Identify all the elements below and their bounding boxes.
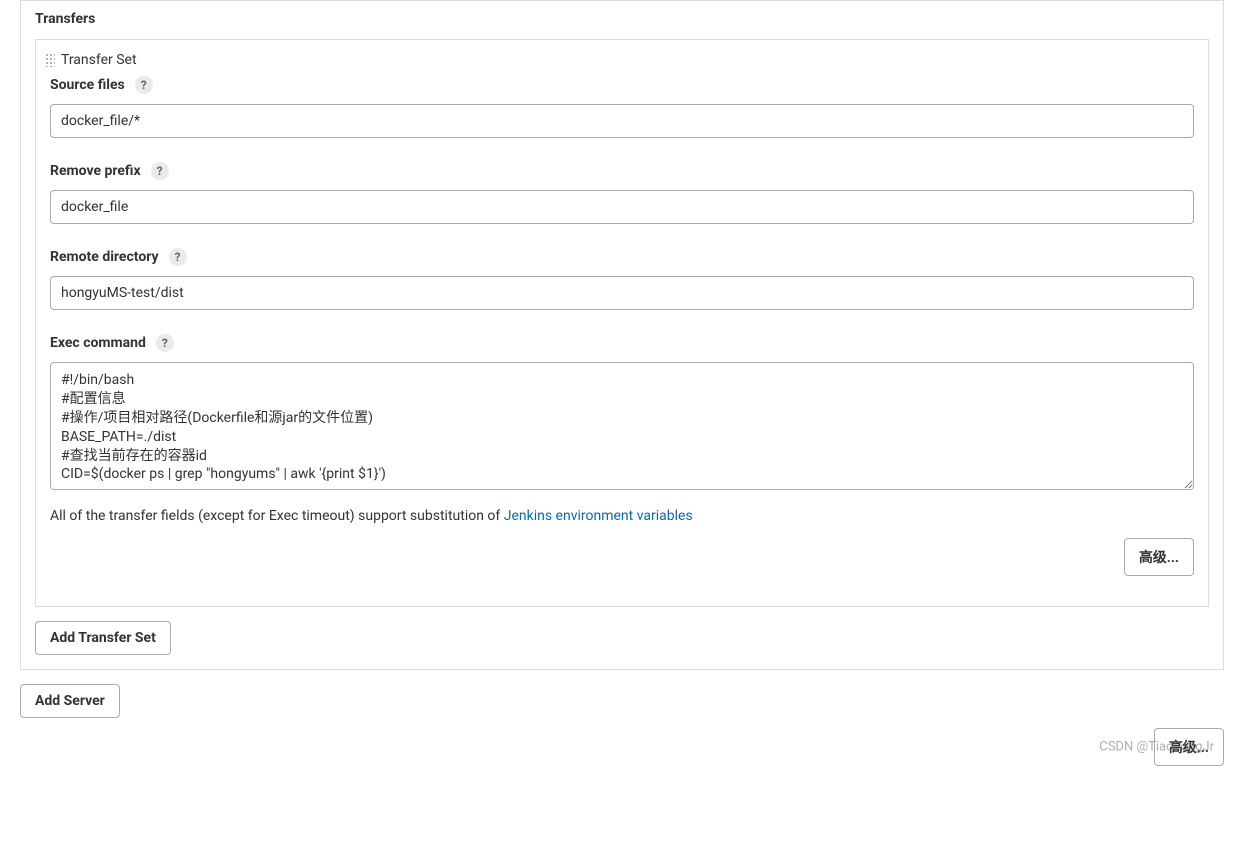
- exec-command-group: Exec command ?: [50, 334, 1194, 494]
- jenkins-env-vars-link[interactable]: Jenkins environment variables: [504, 508, 693, 524]
- bottom-advanced-button[interactable]: 高级...: [1154, 728, 1224, 766]
- help-icon[interactable]: ?: [156, 334, 174, 352]
- transfers-title: Transfers: [35, 11, 1209, 27]
- drag-handle-icon[interactable]: [45, 53, 55, 67]
- transfer-set-header: Transfer Set: [50, 52, 1194, 68]
- help-text: All of the transfer fields (except for E…: [50, 508, 1194, 524]
- remove-prefix-label: Remove prefix: [50, 163, 141, 179]
- source-files-group: Source files ?: [50, 76, 1194, 138]
- advanced-button[interactable]: 高级...: [1124, 538, 1194, 576]
- source-files-input[interactable]: [50, 104, 1194, 138]
- remote-directory-group: Remote directory ?: [50, 248, 1194, 310]
- help-icon[interactable]: ?: [135, 76, 153, 94]
- remote-directory-label: Remote directory: [50, 249, 159, 265]
- source-files-label: Source files: [50, 77, 125, 93]
- remove-prefix-group: Remove prefix ?: [50, 162, 1194, 224]
- add-transfer-set-button[interactable]: Add Transfer Set: [35, 621, 171, 655]
- help-text-prefix: All of the transfer fields (except for E…: [50, 508, 504, 524]
- transfer-set-panel: Transfer Set Source files ? Remove prefi…: [35, 39, 1209, 607]
- help-icon[interactable]: ?: [151, 162, 169, 180]
- remote-directory-input[interactable]: [50, 276, 1194, 310]
- transfers-panel: Transfers Transfer Set Source files ? Re…: [20, 0, 1224, 670]
- add-server-button[interactable]: Add Server: [20, 684, 120, 718]
- exec-command-textarea[interactable]: [50, 362, 1194, 490]
- help-icon[interactable]: ?: [169, 248, 187, 266]
- remove-prefix-input[interactable]: [50, 190, 1194, 224]
- transfer-set-label: Transfer Set: [61, 52, 137, 68]
- exec-command-label: Exec command: [50, 335, 146, 351]
